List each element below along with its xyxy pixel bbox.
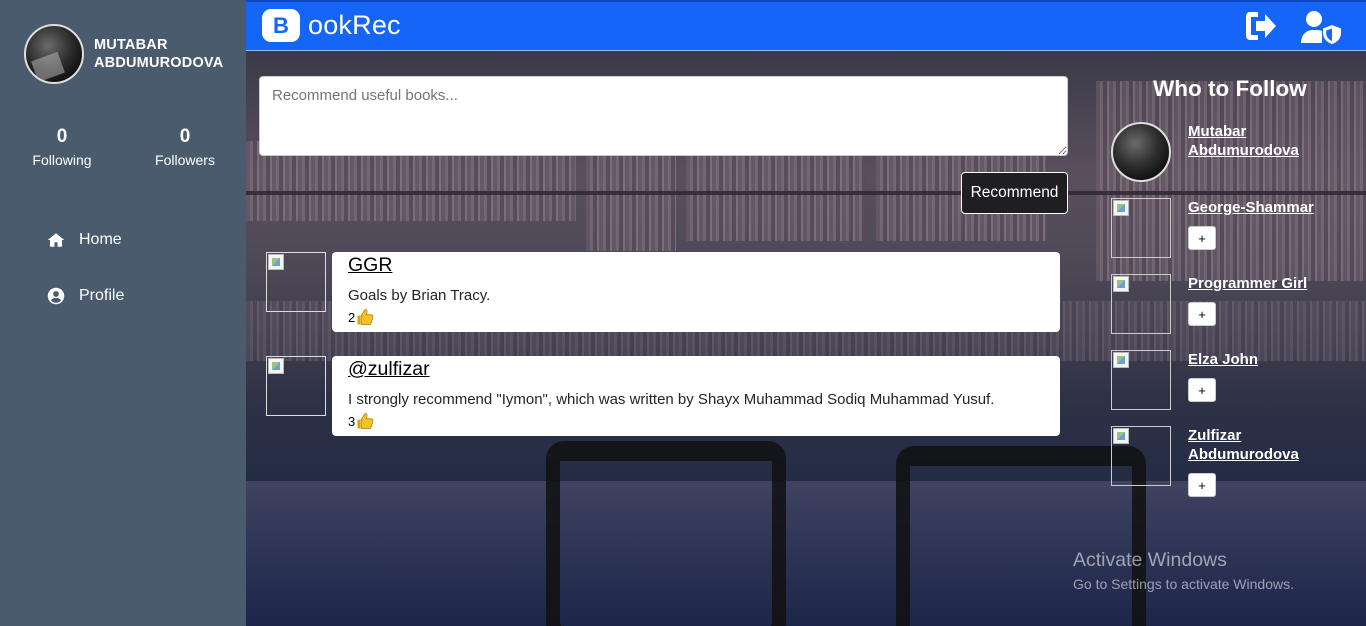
recommend-button[interactable]: Recommend: [961, 172, 1068, 214]
following-stat[interactable]: 0 Following: [0, 126, 124, 168]
suggested-user-link[interactable]: George-Shammar: [1188, 199, 1314, 216]
followers-count: 0: [179, 126, 191, 147]
post-card: @zulfizar I strongly recommend "Iymon", …: [332, 356, 1060, 436]
who-to-follow: Who to Follow Mutabar Abdumurodova Georg…: [1111, 76, 1351, 502]
user-shield-icon: [1301, 11, 1341, 44]
sidebar: MUTABAR ABDUMURODOVA 0 Following 0 Follo…: [0, 0, 246, 626]
post-likes[interactable]: 2: [348, 308, 1044, 326]
post-item: GGR Goals by Brian Tracy. 2: [266, 252, 1060, 332]
user-settings-button[interactable]: [1300, 10, 1342, 49]
recommend-input[interactable]: [259, 76, 1068, 156]
windows-activation-watermark: Activate Windows Go to Settings to activ…: [1073, 549, 1294, 592]
main-feed: Recommend GGR Goals by Brian Tracy. 2 @z…: [246, 51, 1366, 626]
home-icon: [47, 233, 65, 247]
broken-image-icon: [268, 254, 284, 270]
broken-image-icon: [1113, 428, 1129, 444]
post-likes[interactable]: 3: [348, 412, 1044, 430]
logout-button[interactable]: [1244, 10, 1278, 47]
sidebar-nav: Home Profile: [0, 226, 246, 310]
sidebar-profile: MUTABAR ABDUMURODOVA: [0, 0, 246, 84]
who-to-follow-list: Mutabar Abdumurodova George-Shammar + Pr…: [1111, 122, 1351, 502]
suggested-user: Programmer Girl +: [1111, 274, 1351, 350]
post-card: GGR Goals by Brian Tracy. 2: [332, 252, 1060, 332]
suggested-user-link[interactable]: Programmer Girl: [1188, 275, 1307, 292]
following-count: 0: [56, 126, 68, 147]
follow-button[interactable]: +: [1188, 473, 1216, 497]
follow-button[interactable]: +: [1188, 378, 1216, 402]
suggested-user: George-Shammar +: [1111, 198, 1351, 274]
background-chair: [896, 446, 1146, 626]
suggested-user-link[interactable]: Mutabar Abdumurodova: [1188, 122, 1308, 160]
suggested-user-link[interactable]: Elza John: [1188, 351, 1258, 368]
broken-image-icon: [1113, 352, 1129, 368]
suggested-user: Zulfizar Abdumurodova +: [1111, 426, 1351, 502]
followers-label: Followers: [155, 152, 215, 168]
who-to-follow-title: Who to Follow: [1153, 76, 1307, 101]
post-author-image: [266, 252, 326, 312]
following-label: Following: [32, 152, 92, 168]
post-text: I strongly recommend "Iymon", which was …: [348, 391, 995, 408]
like-count: 3: [348, 413, 356, 429]
suggested-user: Elza John +: [1111, 350, 1351, 426]
bootstrap-logo-icon: B: [262, 9, 300, 42]
avatar[interactable]: [1111, 274, 1171, 334]
logout-icon: [1246, 12, 1276, 40]
sidebar-item-label: Profile: [79, 287, 125, 304]
avatar[interactable]: [24, 24, 84, 84]
avatar[interactable]: [1111, 198, 1171, 258]
suggested-user: Mutabar Abdumurodova: [1111, 122, 1351, 198]
watermark-subtitle: Go to Settings to activate Windows.: [1073, 576, 1294, 592]
avatar[interactable]: [1111, 122, 1171, 182]
post-author-link[interactable]: @zulfizar: [348, 358, 430, 380]
followers-stat[interactable]: 0 Followers: [124, 126, 246, 168]
follow-button[interactable]: +: [1188, 226, 1216, 250]
avatar[interactable]: [1111, 426, 1171, 486]
suggested-user-link[interactable]: Zulfizar Abdumurodova: [1188, 426, 1308, 464]
thumbs-up-icon: [357, 309, 374, 325]
top-navbar: B ookRec: [246, 0, 1366, 51]
broken-image-icon: [1113, 276, 1129, 292]
brand[interactable]: B ookRec: [262, 9, 401, 42]
background-chair: [546, 441, 786, 626]
broken-image-icon: [268, 358, 284, 374]
like-count: 2: [348, 309, 356, 325]
sidebar-item-home[interactable]: Home: [0, 226, 246, 254]
sidebar-item-profile[interactable]: Profile: [0, 282, 246, 310]
post-text: Goals by Brian Tracy.: [348, 287, 491, 304]
post-item: @zulfizar I strongly recommend "Iymon", …: [266, 356, 1060, 436]
profile-stats: 0 Following 0 Followers: [0, 126, 246, 168]
thumbs-up-icon: [357, 413, 374, 429]
post-author-link[interactable]: GGR: [348, 254, 392, 276]
post-author-image: [266, 356, 326, 416]
follow-button[interactable]: +: [1188, 302, 1216, 326]
watermark-title: Activate Windows: [1073, 549, 1227, 571]
user-circle-icon: [47, 287, 65, 305]
broken-image-icon: [1113, 200, 1129, 216]
profile-name: MUTABAR ABDUMURODOVA: [94, 37, 224, 71]
brand-text: ookRec: [308, 10, 401, 40]
avatar[interactable]: [1111, 350, 1171, 410]
sidebar-item-label: Home: [79, 231, 122, 248]
